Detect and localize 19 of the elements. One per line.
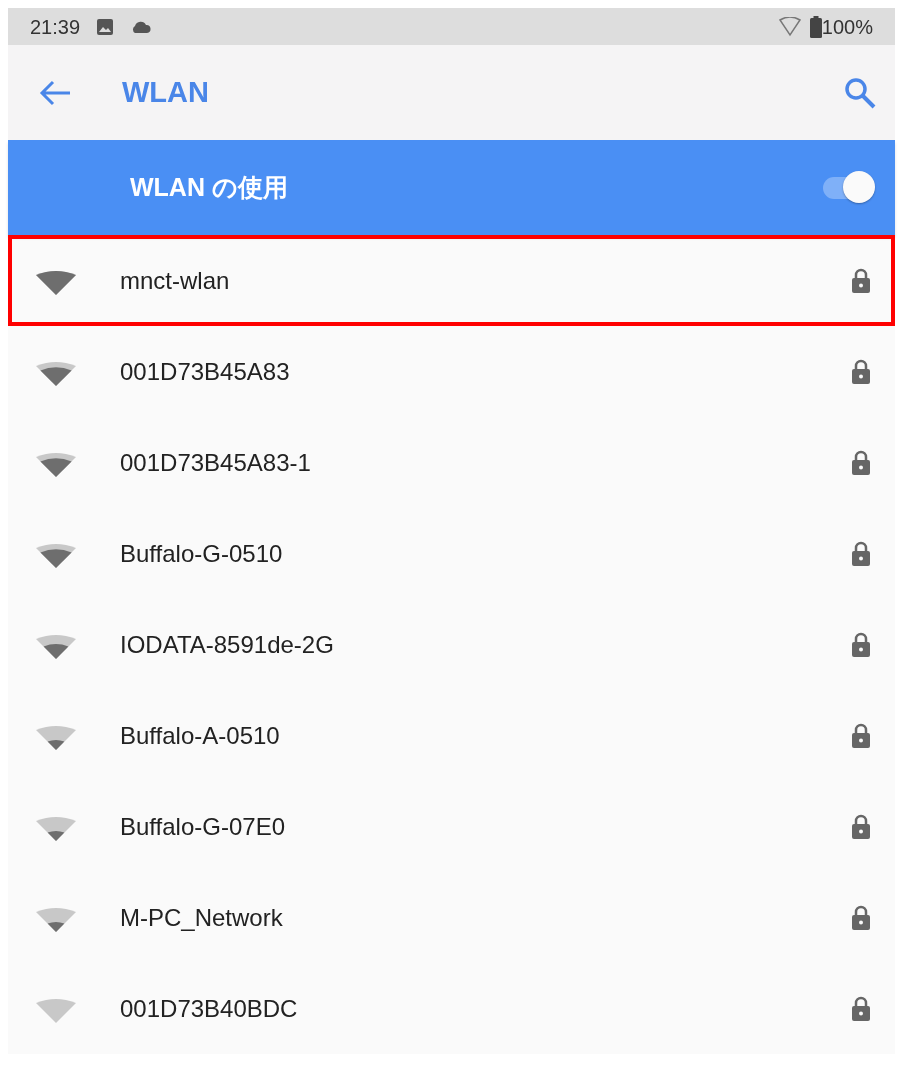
network-name[interactable]: 001D73B45A83-1 [120,444,311,481]
network-name[interactable]: 001D73B45A83 [120,353,290,390]
image-icon [96,17,115,36]
wlan-toggle-label: WLAN の使用 [130,171,288,203]
status-time: 21:39 [30,14,81,40]
battery-level: 100% [821,14,873,40]
wifi-icon [777,16,802,37]
search-button[interactable] [843,75,877,110]
cloud-icon [130,19,153,34]
network-name[interactable]: mnct-wlan [120,262,230,299]
network-name[interactable]: 001D73B40BDC [120,990,298,1027]
network-name[interactable]: Buffalo-A-0510 [120,717,280,754]
battery-icon [809,15,822,38]
network-name[interactable]: Buffalo-G-0510 [120,535,283,572]
network-name[interactable]: M-PC_Network [120,899,283,936]
network-name[interactable]: IODATA-8591de-2G [120,626,334,663]
network-name[interactable]: Buffalo-G-07E0 [120,808,285,845]
back-button[interactable] [38,78,72,107]
page-title: WLAN [122,74,209,110]
